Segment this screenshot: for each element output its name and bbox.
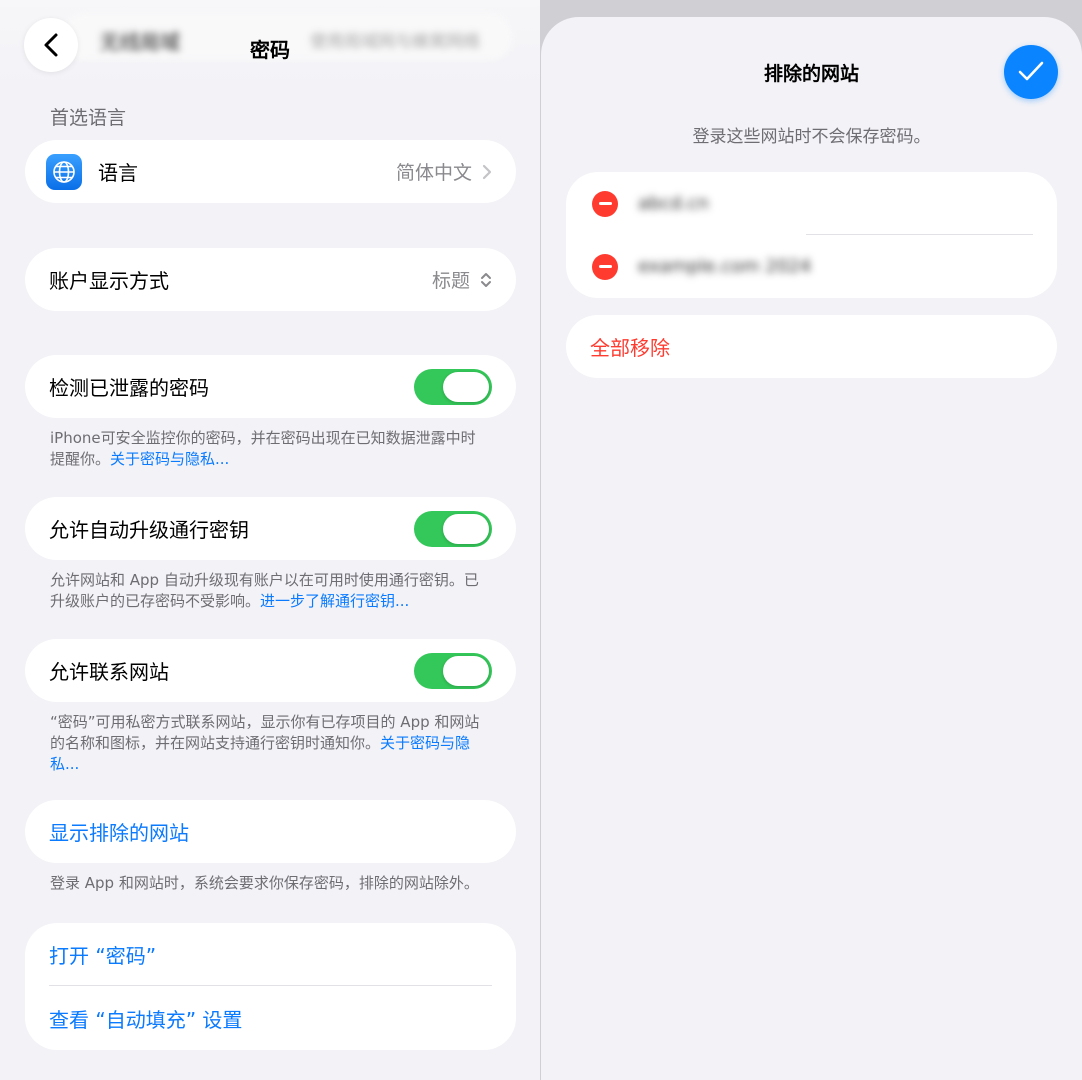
contact-websites-label: 允许联系网站	[49, 660, 169, 684]
checkmark-icon	[1018, 61, 1044, 81]
language-value-group: 简体中文	[396, 158, 492, 185]
chevron-right-icon	[482, 164, 492, 179]
open-passwords-row[interactable]: 打开 “密码”	[25, 923, 516, 986]
detect-compromised-toggle[interactable]	[414, 368, 492, 405]
section-header-language: 首选语言	[50, 107, 127, 129]
remove-circle-icon[interactable]	[592, 190, 618, 217]
open-passwords-label: 打开 “密码”	[49, 944, 157, 968]
detect-compromised-footer: iPhone可安全监控你的密码，并在密码出现在已知数据泄露中时提醒你。关于密码与…	[50, 428, 490, 470]
sheet-title: 排除的网站	[763, 63, 859, 85]
done-button[interactable]	[1004, 45, 1058, 99]
list-item: abcd.cn	[566, 172, 1057, 235]
remove-all-card: 全部移除	[566, 315, 1057, 378]
contact-websites-row: 允许联系网站	[25, 639, 516, 702]
privacy-link[interactable]: 关于密码与隐私...	[110, 450, 229, 468]
account-display-label: 账户显示方式	[49, 269, 169, 293]
contact-websites-card: 允许联系网站	[25, 639, 516, 702]
auto-upgrade-card: 允许自动升级通行密钥	[25, 497, 516, 560]
site-name: example.com 2024	[638, 256, 812, 277]
view-autofill-label: 查看 “自动填充” 设置	[49, 1007, 243, 1032]
excluded-websites-sheet: 排除的网站 登录这些网站时不会保存密码。 abcd.cn example.com…	[541, 17, 1082, 1080]
nav-bar: 无线局域 使用局域网与蜂窝网络 密码	[0, 0, 540, 95]
auto-upgrade-row: 允许自动升级通行密钥	[25, 497, 516, 560]
show-excluded-card: 显示排除的网站	[25, 800, 516, 863]
language-value: 简体中文	[395, 162, 472, 184]
show-excluded-label: 显示排除的网站	[49, 821, 189, 845]
remove-all-label: 全部移除	[590, 336, 670, 360]
language-label: 语言	[98, 161, 138, 185]
language-card: 语言 简体中文	[25, 140, 516, 203]
toggle-knob	[443, 655, 489, 686]
auto-upgrade-footer: 允许网站和 App 自动升级现有账户以在可用时使用通行密钥。已升级账户的已存密码…	[50, 570, 490, 612]
contact-websites-footer: “密码”可用私密方式联系网站，显示你有已存项目的 App 和网站的名称和图标，并…	[50, 712, 490, 775]
view-autofill-row[interactable]: 查看 “自动填充” 设置	[25, 986, 516, 1050]
contact-websites-toggle[interactable]	[414, 652, 492, 689]
detect-compromised-card: 检测已泄露的密码	[25, 355, 516, 418]
excluded-sites-list: abcd.cn example.com 2024	[566, 172, 1057, 298]
detect-compromised-label: 检测已泄露的密码	[49, 376, 209, 400]
remove-all-button[interactable]: 全部移除	[566, 315, 1057, 378]
sheet-description: 登录这些网站时不会保存密码。	[692, 127, 931, 147]
detect-compromised-row: 检测已泄露的密码	[25, 355, 516, 418]
account-display-card: 账户显示方式 标题	[25, 248, 516, 311]
language-row[interactable]: 语言 简体中文	[25, 140, 516, 203]
auto-upgrade-label: 允许自动升级通行密钥	[49, 518, 249, 542]
show-excluded-row[interactable]: 显示排除的网站	[25, 800, 516, 863]
account-display-row[interactable]: 账户显示方式 标题	[25, 248, 516, 311]
list-item: example.com 2024	[566, 235, 1057, 298]
toggle-knob	[443, 371, 489, 402]
chevron-up-down-icon	[481, 272, 491, 287]
globe-icon	[46, 153, 82, 190]
password-settings-panel: 无线局域 使用局域网与蜂窝网络 密码 首选语言 语言 简体中文 账户显示方式 标…	[0, 0, 540, 1080]
passkeys-link[interactable]: 进一步了解通行密钥...	[260, 592, 409, 610]
page-title: 密码	[250, 38, 290, 62]
auto-upgrade-toggle[interactable]	[414, 510, 492, 547]
toggle-knob	[443, 513, 489, 544]
site-name: abcd.cn	[638, 193, 709, 214]
links-card: 打开 “密码” 查看 “自动填充” 设置	[25, 923, 516, 1050]
show-excluded-footer: 登录 App 和网站时，系统会要求你保存密码，排除的网站除外。	[50, 874, 479, 892]
remove-circle-icon[interactable]	[592, 253, 618, 280]
account-display-value: 标题	[431, 270, 470, 292]
account-display-value-group: 标题	[432, 266, 492, 293]
